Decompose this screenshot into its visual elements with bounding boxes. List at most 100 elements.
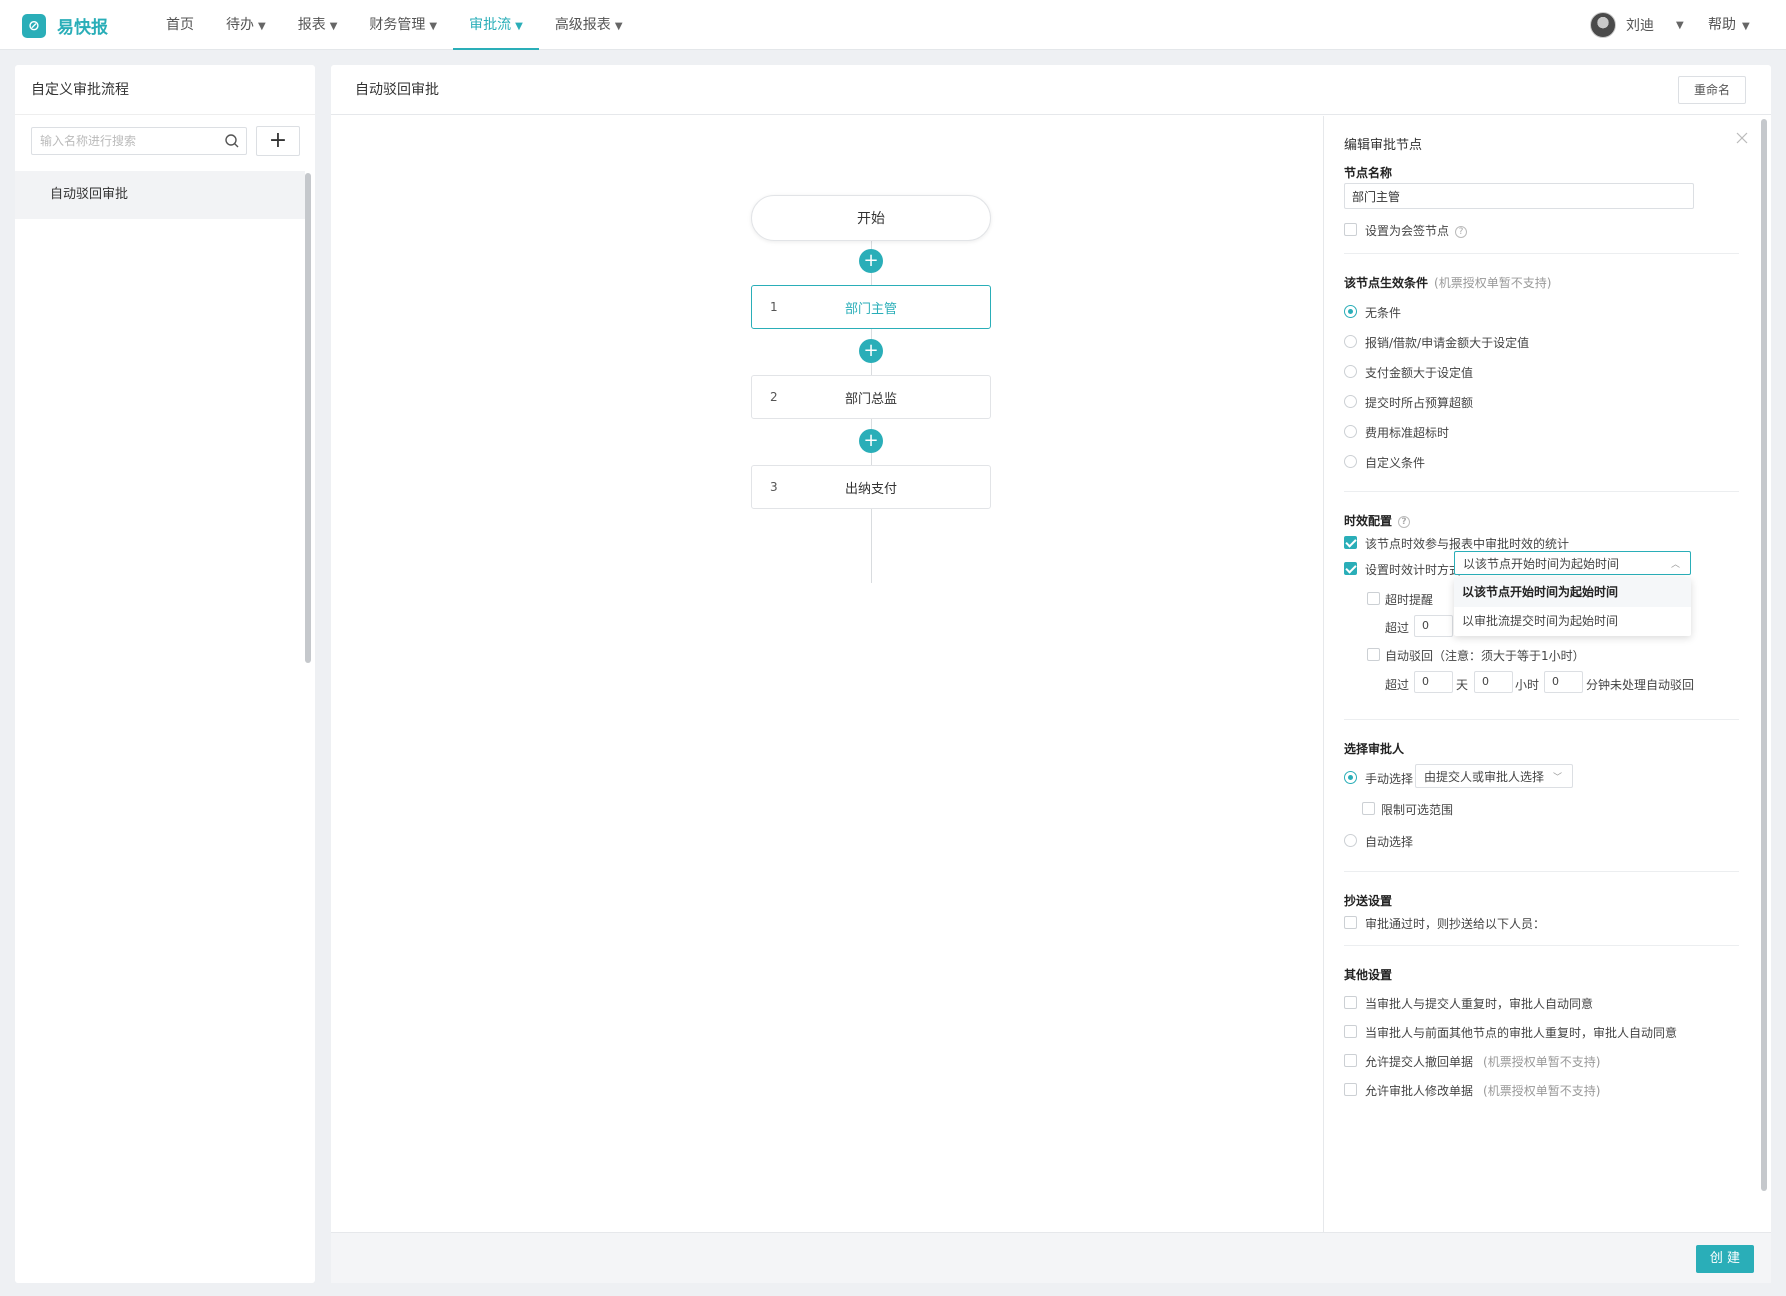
condition-radio-custom[interactable]: [1344, 455, 1357, 468]
nav-item-advanced-reports[interactable]: 高级报表 ▼: [539, 0, 639, 50]
select-value: 以该节点开始时间为起始时间: [1463, 556, 1620, 571]
add-flow-button[interactable]: +: [256, 126, 300, 156]
create-button[interactable]: 创 建: [1696, 1245, 1754, 1273]
nav-label: 审批流: [469, 17, 512, 33]
condition-note: (机票授权单暂不支持): [1434, 276, 1552, 290]
approver-source-select[interactable]: 由提交人或审批人选择 ﹀: [1415, 764, 1573, 788]
minutes-input[interactable]: 0: [1544, 671, 1583, 693]
dropdown-option[interactable]: 以审批流提交时间为起始时间: [1454, 607, 1691, 636]
other-label-text: 允许提交人撤回单据: [1365, 1055, 1474, 1069]
add-node-icon[interactable]: +: [859, 339, 883, 363]
caret-down-icon: ▼: [429, 21, 438, 32]
avatar: [1590, 12, 1616, 38]
radio-label: 提交时所占预算超额: [1365, 396, 1474, 410]
help-icon[interactable]: ?: [1455, 225, 1468, 238]
close-icon[interactable]: [1734, 130, 1750, 146]
timing-mode-select[interactable]: 以该节点开始时间为起始时间 ︿: [1454, 551, 1691, 575]
auto-reject-checkbox[interactable]: [1367, 648, 1380, 661]
hours-input[interactable]: 0: [1474, 671, 1513, 693]
overtime-checkbox[interactable]: [1367, 592, 1380, 605]
days-input[interactable]: 0: [1414, 671, 1453, 693]
approver-title: 选择审批人: [1344, 742, 1405, 756]
condition-radio-standard[interactable]: [1344, 425, 1357, 438]
help-menu[interactable]: 帮助 ▼: [1708, 0, 1750, 52]
condition-radio-none[interactable]: [1344, 305, 1357, 318]
nav-label: 财务管理: [369, 17, 426, 33]
flow-start-node[interactable]: 开始: [751, 195, 991, 241]
caret-down-icon: ▼: [1676, 19, 1684, 31]
condition-radio-budget[interactable]: [1344, 395, 1357, 408]
node-edit-panel: 编辑审批节点 节点名称 部门主管 设置为会签节点? 该节点生效条件 (机票授权单暂…: [1323, 116, 1755, 1234]
condition-radio-amount[interactable]: [1344, 335, 1357, 348]
cc-title: 抄送设置: [1344, 894, 1393, 908]
other-label: 允许审批人修改单据 (机票授权单暂不支持): [1365, 1082, 1600, 1099]
node-name-input[interactable]: 部门主管: [1344, 183, 1694, 209]
other-checkbox[interactable]: [1344, 1054, 1357, 1067]
auto-reject-label: 自动驳回（注意：须大于等于1小时）: [1385, 649, 1585, 663]
nav-item-finance[interactable]: 财务管理 ▼: [353, 0, 453, 50]
search-input[interactable]: [32, 128, 212, 154]
main-nav: 首页 待办 ▼ 报表 ▼ 财务管理 ▼ 审批流 ▼ 高级报表 ▼: [150, 0, 639, 50]
app-logo[interactable]: ⊘ 易快报: [22, 13, 108, 38]
node-name: 部门主管: [844, 301, 897, 317]
overtime-label: 超时提醒: [1385, 593, 1434, 607]
hours-unit: 小时: [1515, 678, 1540, 692]
scrollbar[interactable]: [305, 173, 311, 663]
rename-button[interactable]: 重命名: [1678, 76, 1746, 104]
limit-range-checkbox[interactable]: [1362, 802, 1375, 815]
timing-mode-label: 设置时效计时方式: [1365, 563, 1462, 577]
condition-title: 该节点生效条件 (机票授权单暂不支持): [1344, 274, 1551, 291]
timing-mode-checkbox[interactable]: [1344, 562, 1357, 575]
overtime-input[interactable]: 0: [1414, 615, 1453, 637]
plus-icon: +: [268, 128, 288, 153]
radio-label: 费用标准超标时: [1365, 426, 1450, 440]
other-title: 其他设置: [1344, 968, 1393, 982]
other-checkbox[interactable]: [1344, 1025, 1357, 1038]
add-node-icon[interactable]: +: [859, 429, 883, 453]
days-unit: 天: [1456, 678, 1469, 692]
node-number: 1: [770, 300, 778, 314]
search-icon[interactable]: [224, 133, 240, 149]
caret-down-icon: ▼: [614, 21, 623, 32]
help-icon[interactable]: ?: [1398, 515, 1411, 528]
over-label: 超过: [1385, 621, 1410, 635]
scrollbar[interactable]: [1761, 119, 1767, 1191]
other-label: 当审批人与提交人重复时，审批人自动同意: [1365, 995, 1593, 1012]
list-item[interactable]: 自动驳回审批: [15, 171, 305, 219]
node-name: 部门总监: [844, 391, 897, 407]
flow-node[interactable]: 1 部门主管: [751, 285, 991, 329]
cc-checkbox[interactable]: [1344, 916, 1357, 929]
caret-down-icon: ▼: [1742, 21, 1750, 32]
flow-search-box[interactable]: [31, 127, 247, 155]
other-label: 允许提交人撤回单据 (机票授权单暂不支持): [1365, 1053, 1600, 1070]
flow-node[interactable]: 3 出纳支付: [751, 465, 991, 509]
caret-down-icon: ▼: [329, 21, 338, 32]
user-menu[interactable]: 刘迪 ▼: [1590, 12, 1684, 38]
other-label-text: 当审批人与前面其他节点的审批人重复时，审批人自动同意: [1365, 1026, 1678, 1040]
flow-node[interactable]: 2 部门总监: [751, 375, 991, 419]
dropdown-option[interactable]: 以该节点开始时间为起始时间: [1454, 578, 1691, 607]
other-label-text: 允许审批人修改单据: [1365, 1084, 1474, 1098]
countersign-label: 设置为会签节点?: [1365, 222, 1468, 239]
timing-title-text: 时效配置: [1344, 514, 1393, 528]
help-label: 帮助: [1708, 17, 1736, 33]
other-checkbox[interactable]: [1344, 996, 1357, 1009]
condition-title-text: 该节点生效条件: [1344, 276, 1429, 290]
panel-title: 编辑审批节点: [1344, 138, 1423, 153]
condition-radio-payment[interactable]: [1344, 365, 1357, 378]
nav-item-approval-flow[interactable]: 审批流 ▼: [453, 0, 539, 50]
nav-item-home[interactable]: 首页: [150, 0, 210, 50]
node-name-label: 节点名称: [1344, 166, 1393, 180]
other-checkbox[interactable]: [1344, 1083, 1357, 1096]
timing-stat-checkbox[interactable]: [1344, 536, 1357, 549]
nav-item-reports[interactable]: 报表 ▼: [282, 0, 354, 50]
auto-select-radio[interactable]: [1344, 834, 1357, 847]
node-name-value: 部门主管: [1352, 189, 1401, 204]
divider: [1344, 253, 1739, 254]
add-node-icon[interactable]: +: [859, 249, 883, 273]
countersign-checkbox[interactable]: [1344, 223, 1357, 236]
manual-select-radio[interactable]: [1344, 771, 1357, 784]
auto-select-label: 自动选择: [1365, 835, 1414, 849]
nav-item-todo[interactable]: 待办 ▼: [210, 0, 282, 50]
app-name: 易快报: [57, 18, 108, 38]
